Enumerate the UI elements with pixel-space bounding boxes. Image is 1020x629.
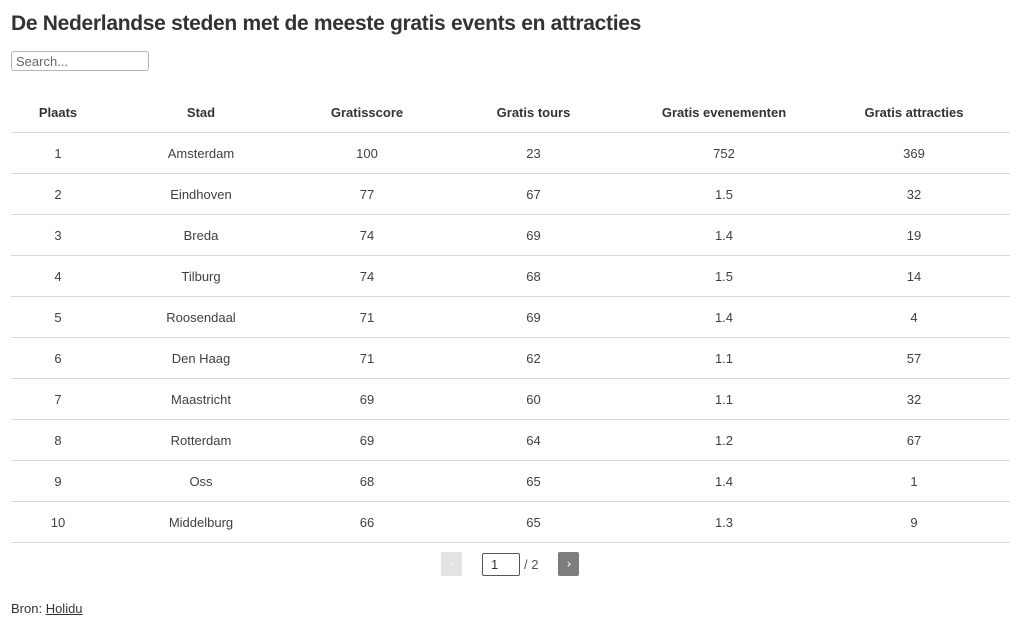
cell-gratis-attracties: 1 (818, 460, 1010, 502)
table-row: 4 Tilburg 74 68 1.5 14 (11, 255, 1010, 297)
cell-plaats: 1 (11, 132, 105, 174)
table-row: 8 Rotterdam 69 64 1.2 67 (11, 419, 1010, 461)
column-header-plaats[interactable]: Plaats (11, 92, 105, 133)
cell-plaats: 6 (11, 337, 105, 379)
cell-gratis-attracties: 19 (818, 214, 1010, 256)
cell-gratis-evenementen: 1.3 (630, 501, 818, 543)
table-row: 2 Eindhoven 77 67 1.5 32 (11, 173, 1010, 215)
column-header-gratis-evenementen[interactable]: Gratis evenementen (630, 92, 818, 133)
table-row: 6 Den Haag 71 62 1.1 57 (11, 337, 1010, 379)
table-row: 5 Roosendaal 71 69 1.4 4 (11, 296, 1010, 338)
table-row: 9 Oss 68 65 1.4 1 (11, 460, 1010, 502)
cell-gratis-tours: 65 (437, 460, 630, 502)
cell-gratisscore: 71 (297, 296, 437, 338)
cell-gratis-evenementen: 1.5 (630, 173, 818, 215)
cell-gratis-tours: 69 (437, 296, 630, 338)
cell-plaats: 8 (11, 419, 105, 461)
table-header-row: Plaats Stad Gratisscore Gratis tours Gra… (11, 92, 1010, 133)
cell-gratis-evenementen: 1.1 (630, 337, 818, 379)
cell-gratisscore: 69 (297, 419, 437, 461)
search-input[interactable] (11, 51, 149, 71)
cell-gratisscore: 100 (297, 132, 437, 174)
source-prefix: Bron: (11, 601, 46, 616)
cell-gratis-tours: 23 (437, 132, 630, 174)
cell-gratis-evenementen: 752 (630, 132, 818, 174)
cell-gratis-evenementen: 1.1 (630, 378, 818, 420)
table-row: 1 Amsterdam 100 23 752 369 (11, 132, 1010, 174)
pagination: ‹ / 2 › (441, 552, 580, 576)
cell-stad: Roosendaal (105, 296, 297, 338)
cell-gratis-evenementen: 1.2 (630, 419, 818, 461)
cell-plaats: 9 (11, 460, 105, 502)
cell-gratis-tours: 60 (437, 378, 630, 420)
cell-plaats: 5 (11, 296, 105, 338)
cell-gratisscore: 69 (297, 378, 437, 420)
cell-gratis-evenementen: 1.4 (630, 296, 818, 338)
total-pages-label: / 2 (524, 556, 539, 572)
column-header-gratisscore[interactable]: Gratisscore (297, 92, 437, 133)
cell-stad: Middelburg (105, 501, 297, 543)
cell-gratis-evenementen: 1.4 (630, 460, 818, 502)
cell-plaats: 2 (11, 173, 105, 215)
cell-gratis-tours: 62 (437, 337, 630, 379)
cell-plaats: 7 (11, 378, 105, 420)
table-row: 7 Maastricht 69 60 1.1 32 (11, 378, 1010, 420)
cell-gratisscore: 77 (297, 173, 437, 215)
cell-gratis-attracties: 14 (818, 255, 1010, 297)
cell-gratis-tours: 68 (437, 255, 630, 297)
cell-gratis-attracties: 32 (818, 378, 1010, 420)
source-link[interactable]: Holidu (46, 601, 83, 616)
cell-gratis-attracties: 67 (818, 419, 1010, 461)
cell-gratis-attracties: 4 (818, 296, 1010, 338)
cell-gratis-tours: 67 (437, 173, 630, 215)
cell-plaats: 3 (11, 214, 105, 256)
page-number-input[interactable] (482, 552, 520, 576)
cities-table: Plaats Stad Gratisscore Gratis tours Gra… (11, 92, 1010, 543)
cell-stad: Eindhoven (105, 173, 297, 215)
chevron-left-icon: ‹ (449, 557, 454, 571)
cell-stad: Den Haag (105, 337, 297, 379)
cell-gratis-evenementen: 1.5 (630, 255, 818, 297)
cell-gratis-evenementen: 1.4 (630, 214, 818, 256)
cell-gratis-tours: 69 (437, 214, 630, 256)
table-row: 10 Middelburg 66 65 1.3 9 (11, 501, 1010, 543)
table-row: 3 Breda 74 69 1.4 19 (11, 214, 1010, 256)
cell-gratis-attracties: 32 (818, 173, 1010, 215)
cell-stad: Amsterdam (105, 132, 297, 174)
cell-gratisscore: 74 (297, 255, 437, 297)
cell-gratis-tours: 64 (437, 419, 630, 461)
cell-stad: Oss (105, 460, 297, 502)
page-title: De Nederlandse steden met de meeste grat… (11, 12, 642, 35)
column-header-stad[interactable]: Stad (105, 92, 297, 133)
cell-stad: Breda (105, 214, 297, 256)
cell-gratis-attracties: 57 (818, 337, 1010, 379)
cell-gratisscore: 71 (297, 337, 437, 379)
cell-stad: Tilburg (105, 255, 297, 297)
cell-stad: Rotterdam (105, 419, 297, 461)
cell-gratis-attracties: 369 (818, 132, 1010, 174)
cell-gratisscore: 68 (297, 460, 437, 502)
cell-gratis-tours: 65 (437, 501, 630, 543)
column-header-gratis-attracties[interactable]: Gratis attracties (818, 92, 1010, 133)
cell-plaats: 4 (11, 255, 105, 297)
chevron-right-icon: › (566, 557, 572, 571)
source-footer: Bron: Holidu (11, 601, 83, 616)
cell-gratisscore: 66 (297, 501, 437, 543)
cell-plaats: 10 (11, 501, 105, 543)
previous-page-button[interactable]: ‹ (441, 552, 462, 576)
next-page-button[interactable]: › (558, 552, 580, 576)
cell-stad: Maastricht (105, 378, 297, 420)
cell-gratis-attracties: 9 (818, 501, 1010, 543)
cell-gratisscore: 74 (297, 214, 437, 256)
column-header-gratis-tours[interactable]: Gratis tours (437, 92, 630, 133)
